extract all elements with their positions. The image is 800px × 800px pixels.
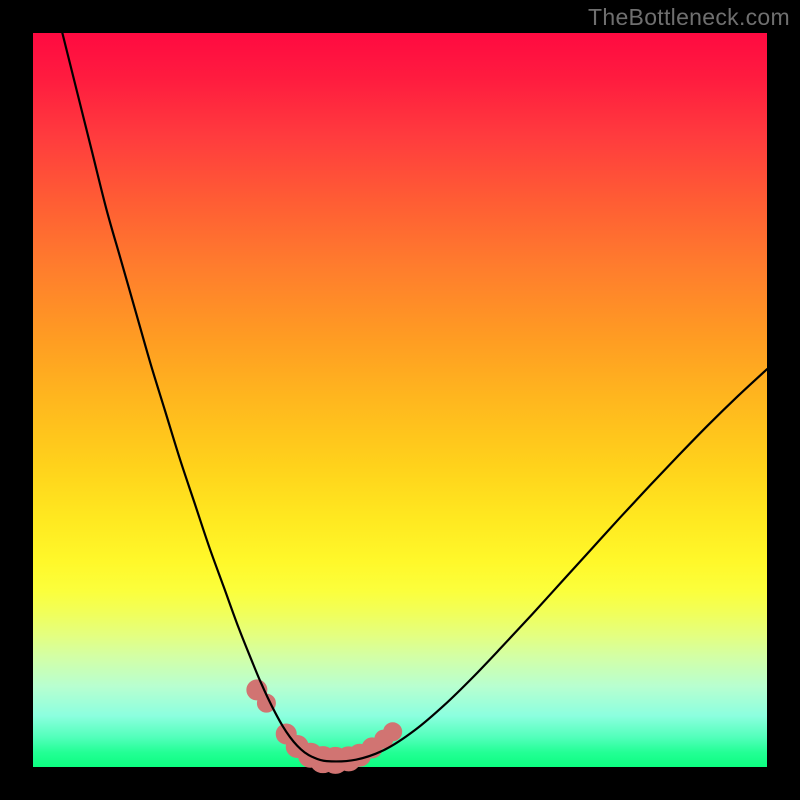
chart-svg: [33, 33, 767, 767]
marker-group: [247, 680, 402, 773]
highlight-dot: [384, 723, 402, 741]
chart-frame: TheBottleneck.com: [0, 0, 800, 800]
watermark-text: TheBottleneck.com: [588, 4, 790, 31]
plot-area: [33, 33, 767, 767]
bottleneck-curve: [62, 33, 767, 761]
